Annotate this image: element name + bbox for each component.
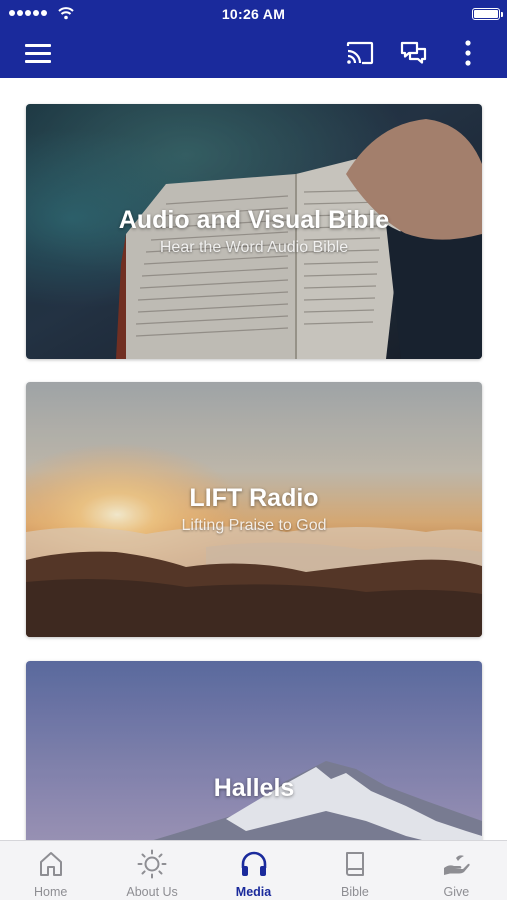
tab-label: About Us bbox=[126, 885, 178, 899]
tab-label: Bible bbox=[341, 885, 369, 899]
tab-give[interactable]: Give bbox=[406, 841, 507, 900]
card-subtitle: Lifting Praise to God bbox=[181, 517, 327, 534]
hallels-card[interactable]: Hallels bbox=[26, 661, 482, 840]
battery-icon bbox=[472, 8, 503, 20]
home-icon bbox=[39, 852, 62, 876]
book-icon bbox=[345, 852, 364, 876]
headphones-icon bbox=[241, 851, 266, 876]
more-vert-icon[interactable] bbox=[454, 39, 482, 67]
cast-icon[interactable] bbox=[344, 39, 376, 67]
card-title: LIFT Radio bbox=[189, 484, 319, 512]
card-title: Audio and Visual Bible bbox=[118, 206, 390, 234]
tab-bible[interactable]: Bible bbox=[304, 841, 405, 900]
snowy-mountain-photo bbox=[26, 661, 482, 840]
audio-visual-bible-card[interactable]: Audio and Visual Bible Hear the Word Aud… bbox=[26, 104, 482, 359]
lift-radio-card[interactable]: LIFT Radio Lifting Praise to God bbox=[26, 382, 482, 637]
hamburger-menu-icon[interactable] bbox=[22, 40, 56, 68]
card-subtitle: Hear the Word Audio Bible bbox=[159, 239, 349, 256]
chat-icon[interactable] bbox=[398, 39, 430, 67]
tab-about-us[interactable]: About Us bbox=[101, 841, 202, 900]
tab-label: Home bbox=[34, 885, 68, 899]
tab-home[interactable]: Home bbox=[0, 841, 101, 900]
media-list: Audio and Visual Bible Hear the Word Aud… bbox=[0, 78, 507, 840]
app-bar bbox=[0, 28, 507, 78]
hand-icon bbox=[444, 855, 470, 875]
sun-icon bbox=[137, 849, 167, 879]
card-title: Hallels bbox=[213, 774, 295, 802]
tab-label: Media bbox=[235, 885, 272, 899]
media-screen: 10:26 AM Audio and Visual Bible Hear the… bbox=[0, 0, 507, 900]
tab-label: Give bbox=[443, 885, 470, 899]
tab-media[interactable]: Media bbox=[203, 841, 304, 900]
status-time: 10:26 AM bbox=[221, 6, 286, 22]
status-bar: 10:26 AM bbox=[0, 0, 507, 28]
bottom-tab-bar: Home About Us Media Bible Give bbox=[0, 840, 507, 900]
